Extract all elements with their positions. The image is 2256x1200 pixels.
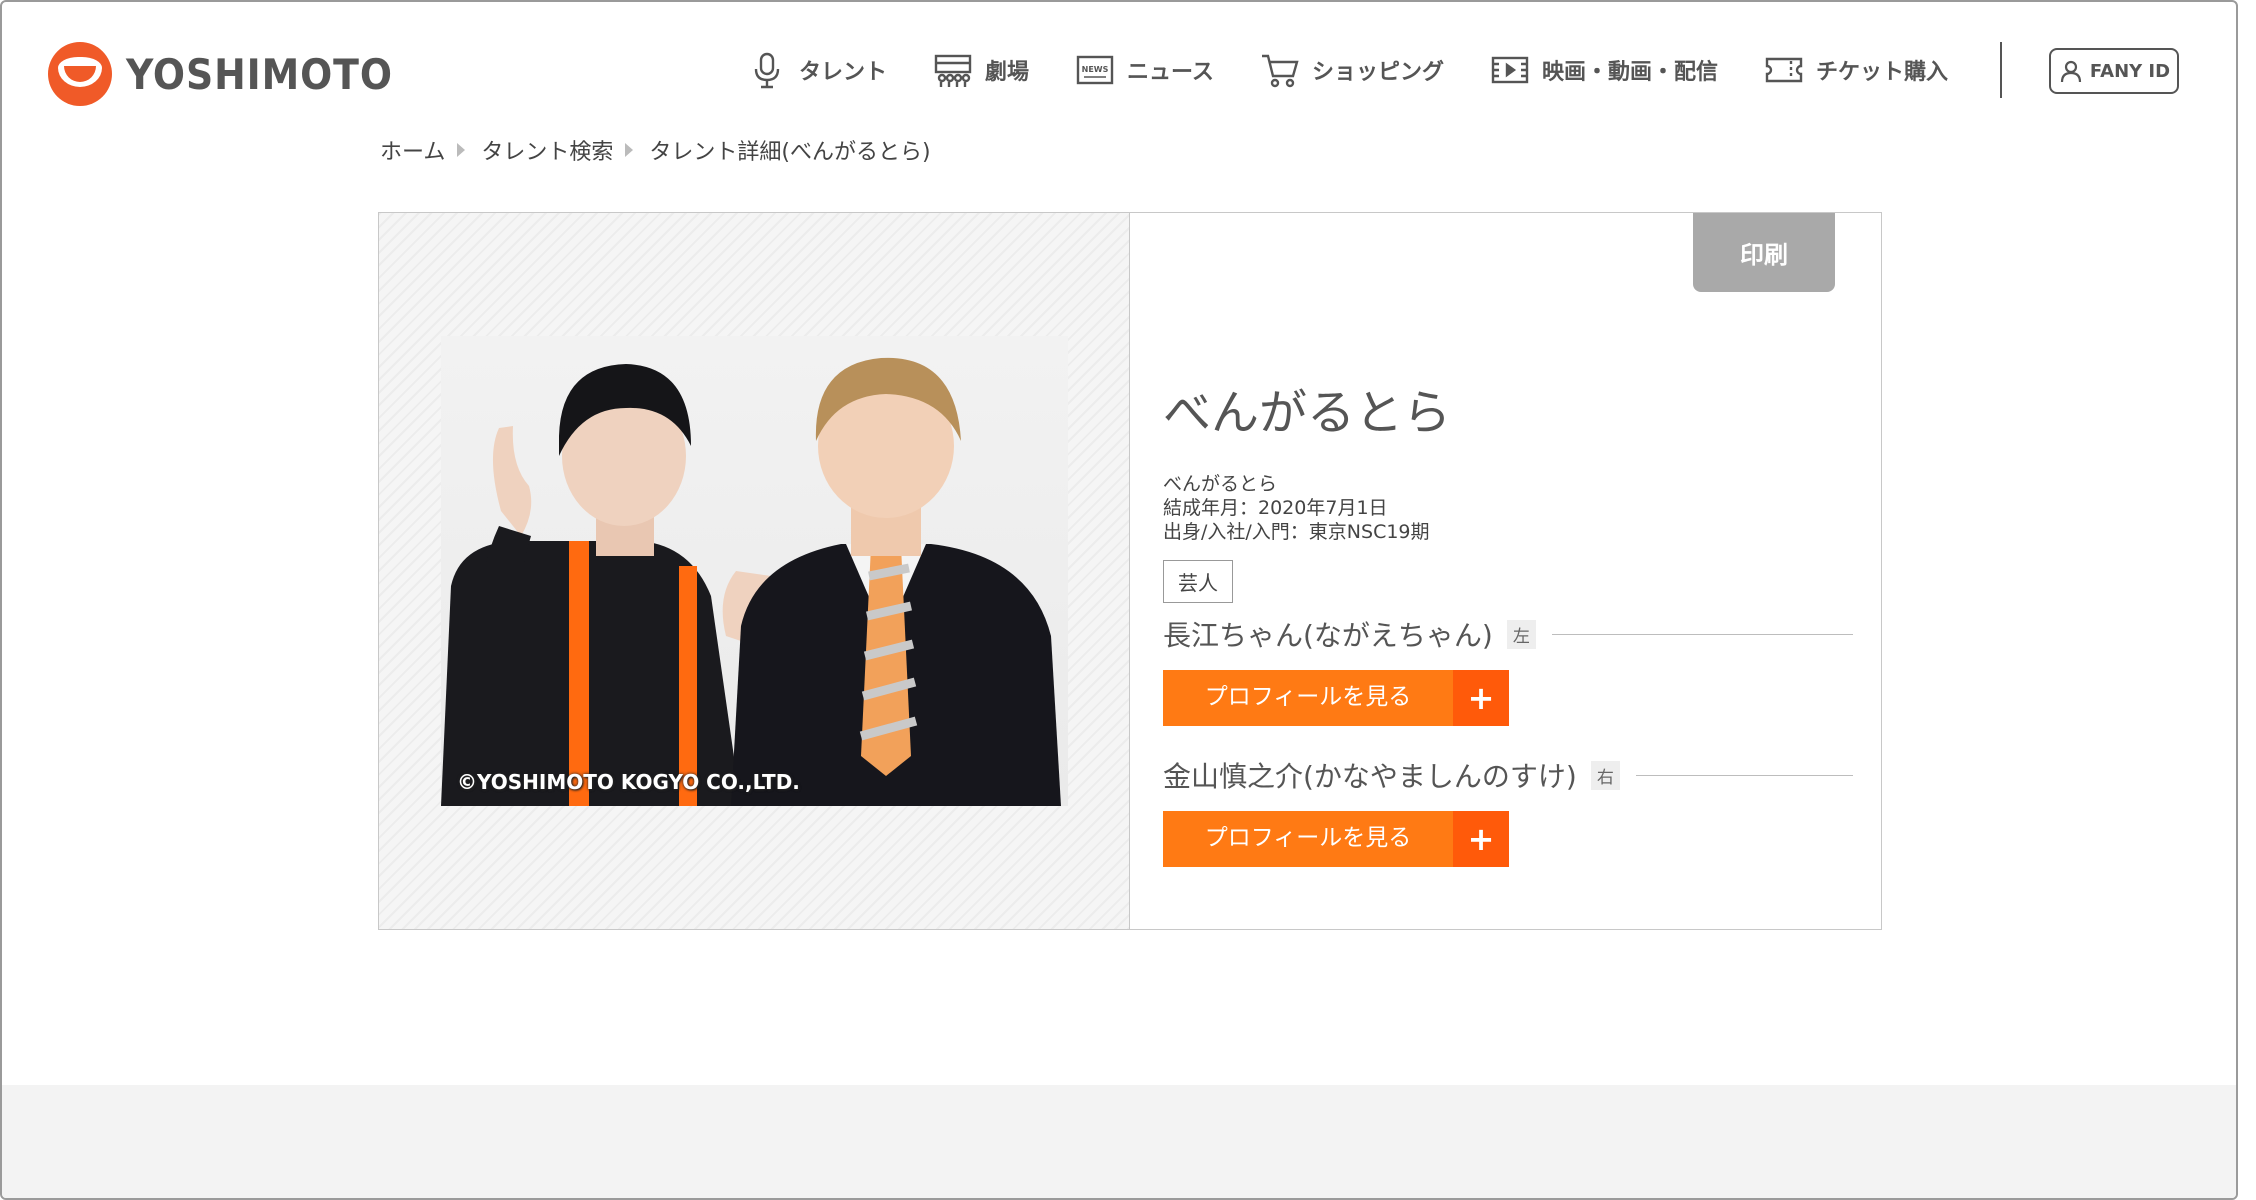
nav-item-movie[interactable]: 映画・動画・配信 — [1490, 50, 1718, 90]
logo-text: YOSHIMOTO — [126, 49, 393, 99]
svg-text:NEWS: NEWS — [1082, 65, 1109, 74]
nav-item-theater[interactable]: 劇場 — [933, 50, 1029, 90]
fany-id-label: FANY ID — [2089, 60, 2171, 82]
fany-id-button[interactable]: FANY ID — [2049, 48, 2179, 94]
breadcrumb-home[interactable]: ホーム — [380, 134, 445, 166]
cart-icon — [1261, 54, 1299, 88]
film-icon — [1491, 56, 1529, 84]
plus-icon: + — [1453, 670, 1509, 726]
site-logo[interactable]: YOSHIMOTO — [48, 42, 423, 106]
breadcrumb-separator-icon — [625, 143, 634, 157]
view-profile-button[interactable]: プロフィールを見る + — [1163, 811, 1509, 867]
view-profile-label: プロフィールを見る — [1204, 825, 1412, 851]
nav-item-ticket[interactable]: チケット購入 — [1764, 50, 1948, 90]
footer-band — [2, 1085, 2236, 1198]
nav-divider — [2000, 42, 2002, 98]
nav-item-label: 劇場 — [985, 60, 1030, 85]
talent-kana: べんがるとら — [1163, 473, 1278, 495]
nav-item-label: ショッピング — [1311, 60, 1444, 85]
nav-item-label: チケット購入 — [1815, 60, 1948, 85]
nav-item-news[interactable]: NEWS ニュース — [1075, 50, 1214, 90]
photo-copyright: ©YOSHIMOTO KOGYO CO.,LTD. — [457, 770, 800, 794]
photo-panel: ©YOSHIMOTO KOGYO CO.,LTD. — [379, 213, 1130, 929]
breadcrumb-talent-search[interactable]: タレント検索 — [481, 134, 613, 166]
print-button[interactable]: 印刷 — [1693, 213, 1835, 292]
browser-frame: YOSHIMOTO タレント 劇場 NEWS ニュース ショッピング 映画・動画… — [0, 0, 2238, 1200]
site-header: YOSHIMOTO タレント 劇場 NEWS ニュース ショッピング 映画・動画… — [2, 2, 2236, 132]
member-block: 金山慎之介(かなやましんのすけ) 右 プロフィールを見る + — [1163, 755, 1853, 867]
category-tag: 芸人 — [1163, 560, 1233, 603]
member-name: 長江ちゃん(ながえちゃん) — [1163, 619, 1493, 652]
breadcrumb-current: タレント詳細(べんがるとら) — [649, 140, 931, 165]
talent-detail-card: ©YOSHIMOTO KOGYO CO.,LTD. 印刷 べんがるとら べんがる… — [378, 212, 1882, 930]
divider-line — [1635, 774, 1853, 776]
nav-item-talent[interactable]: タレント — [747, 50, 887, 90]
window-gutter — [2238, 0, 2256, 1200]
plus-icon: + — [1453, 811, 1509, 867]
theater-icon — [934, 54, 972, 87]
ticket-icon — [1765, 57, 1803, 83]
logo-mouth-icon — [48, 42, 112, 106]
member-name: 金山慎之介(かなやましんのすけ) — [1163, 760, 1577, 793]
talent-info: べんがるとら 結成年月：2020年7月1日 出身/入社/入門：東京NSC19期 — [1163, 472, 1430, 544]
talent-photo: ©YOSHIMOTO KOGYO CO.,LTD. — [441, 336, 1068, 806]
nav-item-label: 映画・動画・配信 — [1541, 60, 1718, 85]
news-icon: NEWS — [1076, 55, 1114, 85]
origin-info: 出身/入社/入門：東京NSC19期 — [1163, 521, 1430, 543]
microphone-icon — [754, 52, 780, 89]
main-nav: タレント 劇場 NEWS ニュース ショッピング 映画・動画・配信 チケット購入 — [747, 50, 1994, 90]
user-icon — [2060, 60, 2082, 83]
breadcrumb-separator-icon — [457, 143, 466, 157]
divider-line — [1551, 633, 1853, 635]
member-block: 長江ちゃん(ながえちゃん) 左 プロフィールを見る + — [1163, 614, 1853, 726]
view-profile-button[interactable]: プロフィールを見る + — [1163, 670, 1509, 726]
position-badge: 右 — [1590, 760, 1620, 790]
nav-item-label: タレント — [799, 60, 888, 85]
info-panel: 印刷 べんがるとら べんがるとら 結成年月：2020年7月1日 出身/入社/入門… — [1131, 213, 1881, 929]
breadcrumb: ホーム タレント検索 タレント詳細(べんがるとら) — [380, 134, 931, 166]
nav-item-label: ニュース — [1127, 60, 1214, 85]
talent-name: べんがるとら — [1163, 385, 1452, 441]
view-profile-label: プロフィールを見る — [1204, 684, 1412, 710]
formed-date: 結成年月：2020年7月1日 — [1163, 497, 1388, 519]
nav-item-shopping[interactable]: ショッピング — [1260, 50, 1444, 90]
position-badge: 左 — [1506, 619, 1536, 649]
